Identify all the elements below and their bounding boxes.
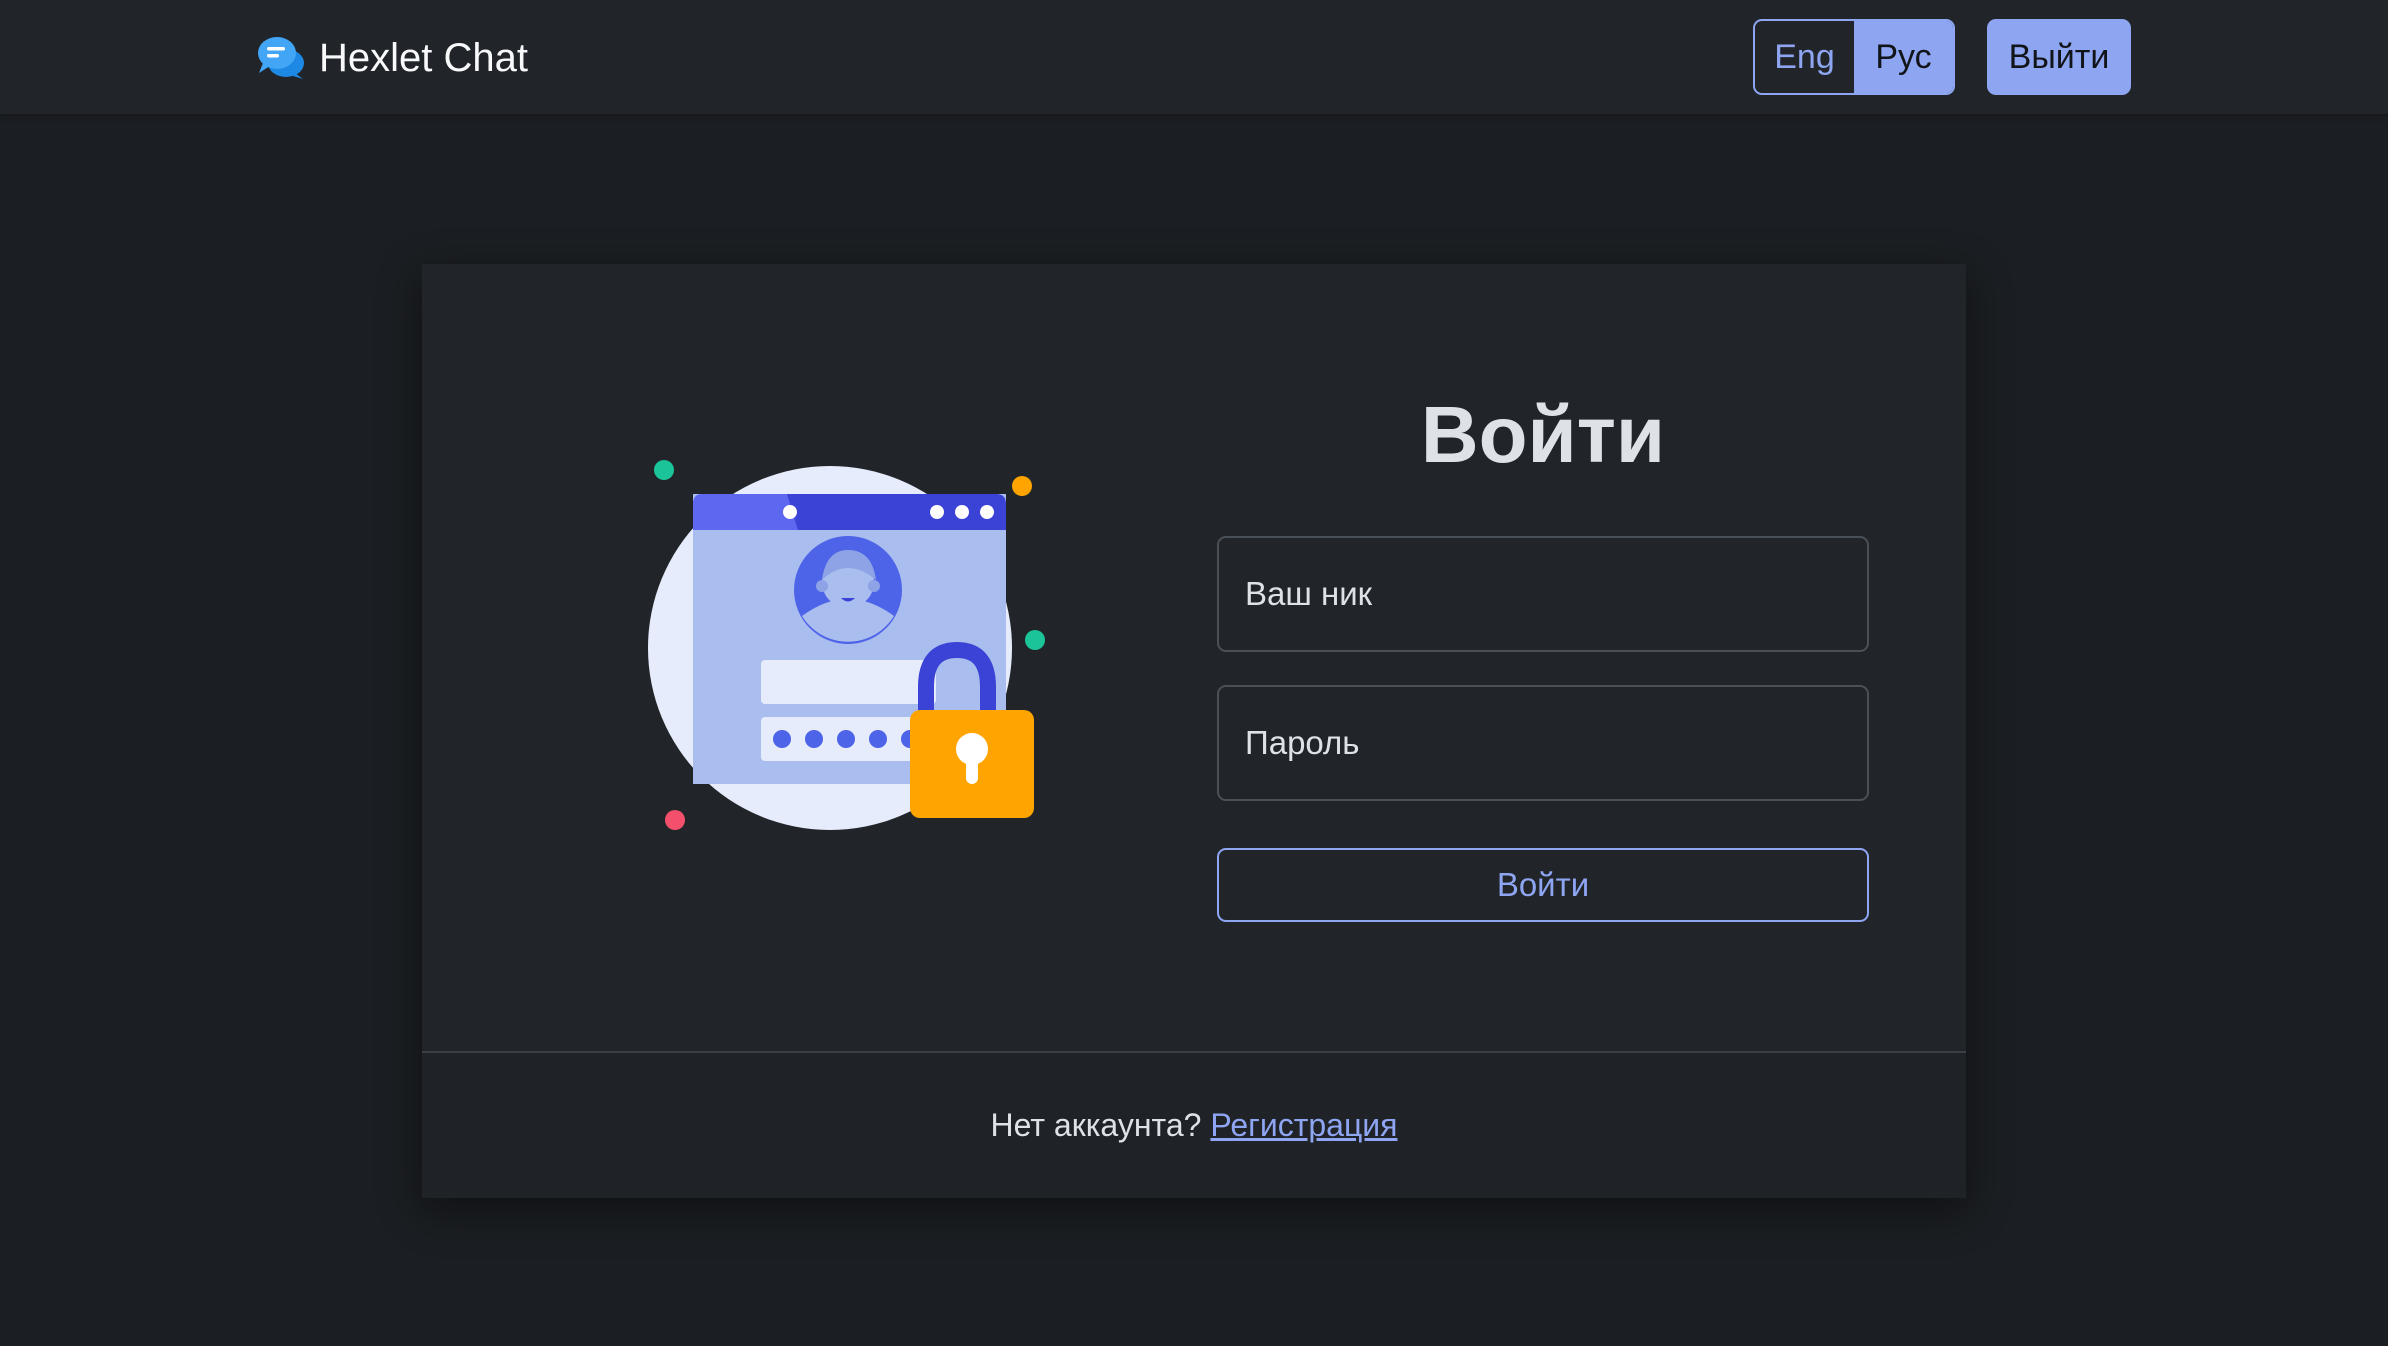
login-title: Войти <box>1420 390 1666 479</box>
password-input[interactable] <box>1217 685 1869 801</box>
login-card: Войти Войти Нет аккаунта? Регистрация <box>422 264 1966 1198</box>
lang-eng-button[interactable]: Eng <box>1755 21 1854 93</box>
chat-bubbles-icon <box>258 37 304 79</box>
login-submit-button[interactable]: Войти <box>1217 848 1869 922</box>
login-card-footer: Нет аккаунта? Регистрация <box>422 1051 1966 1198</box>
brand-title: Hexlet Chat <box>319 35 528 80</box>
login-illustration <box>648 460 1045 830</box>
username-field-graphic <box>761 660 936 704</box>
login-card-body: Войти Войти <box>422 264 1966 1051</box>
no-account-text: Нет аккаунта? <box>990 1107 1202 1143</box>
signup-link[interactable]: Регистрация <box>1210 1107 1397 1144</box>
lang-rus-button[interactable]: Рус <box>1854 21 1953 93</box>
logout-button[interactable]: Выйти <box>1987 19 2131 95</box>
decor-dot-red <box>665 810 685 830</box>
decor-dot-green <box>654 460 674 480</box>
decor-dot-orange <box>1012 476 1032 496</box>
navbar: Hexlet Chat Eng Рус Выйти <box>0 0 2388 114</box>
brand-link[interactable]: Hexlet Chat <box>257 30 528 86</box>
language-switcher: Eng Рус <box>1753 19 1955 95</box>
username-input[interactable] <box>1217 536 1869 652</box>
decor-dot-green <box>1025 630 1045 650</box>
